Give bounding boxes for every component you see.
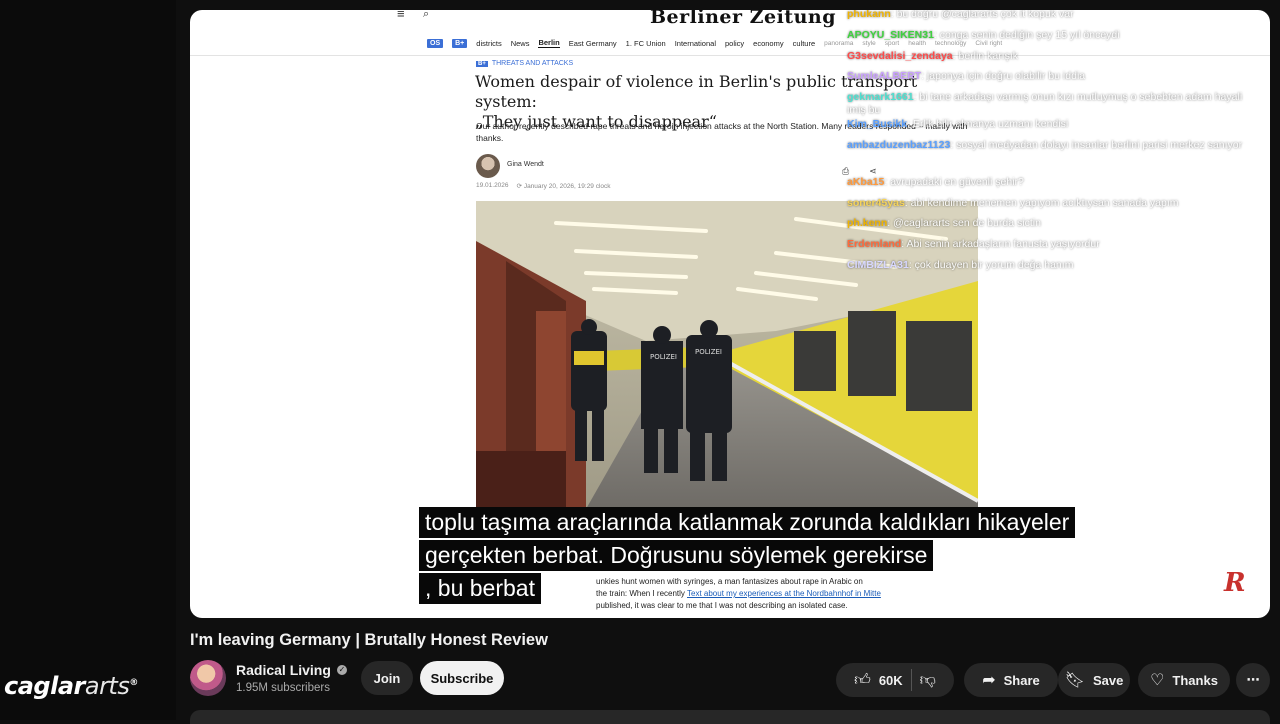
- chat-text: : conga senin dediğin şey 15 yıl önceydi: [933, 29, 1120, 41]
- like-dislike-group: 👍︎ 60K 👎︎: [836, 663, 954, 697]
- chat-message: soner45yas: abi kendime menemen yapıyom …: [847, 197, 1257, 210]
- chat-username: CIMBIZLA31: [847, 259, 909, 271]
- chat-message: phukann: bu doğru @caglararts çok it kop…: [847, 10, 1257, 21]
- subscriber-count: 1.95M subscribers: [236, 682, 330, 694]
- chat-message: gekmark1661: bi tane arkadaşı varmış onu…: [847, 91, 1257, 117]
- save-label: Save: [1092, 672, 1124, 688]
- chat-message: APOYU_SIKEN31: conga senin dediğin şey 1…: [847, 29, 1257, 42]
- body-link[interactable]: Text about my experiences at the Nordbah…: [687, 589, 881, 598]
- share-button[interactable]: ➦ Share: [964, 663, 1058, 697]
- more-actions-button[interactable]: ⋯: [1236, 663, 1270, 697]
- nav-item-4[interactable]: Berlin: [538, 38, 560, 48]
- description-box-edge: [190, 710, 1270, 724]
- chat-text: : @caglararts sen de burda sictin: [887, 217, 1041, 229]
- nav-item-2[interactable]: districts: [476, 39, 501, 48]
- chat-username: gekmark1661: [847, 91, 914, 103]
- chat-username: ph.kenn: [847, 217, 888, 229]
- chat-text: : abi kendime menemen yapıyom acıktıysan…: [904, 197, 1179, 209]
- video-player[interactable]: ≡ ⌕ Berliner Zeitung OS B+ districts News Be…: [190, 10, 1270, 618]
- radical-living-logo: R: [1224, 568, 1246, 598]
- subtitle-line-1: toplu taşıma araçlarında katlanmak zorun…: [419, 507, 1076, 538]
- caglararts-watermark: caglararts®: [4, 672, 138, 700]
- chat-message: ambazduzenbaz1123: sosyal medyadan dolay…: [847, 139, 1257, 152]
- chat-username: Kim_Busikk: [847, 118, 908, 130]
- article-body: unkies hunt women with syringes, a man f…: [596, 576, 896, 612]
- subtitle-line-2: gerçekten berbat. Doğrusunu söylemek ger…: [419, 540, 934, 571]
- refresh-icon: ⟳: [516, 183, 524, 190]
- nav-item-3[interactable]: News: [511, 39, 530, 48]
- chat-message: SumleALBERT: japonya için doğru olabilir…: [847, 70, 1257, 83]
- nav-item-1[interactable]: B+: [452, 38, 468, 48]
- plus-badge: B+: [476, 60, 488, 67]
- share-arrow-icon: ➦: [982, 672, 996, 689]
- verified-icon: ✓: [336, 665, 347, 675]
- chat-username: soner45yas: [847, 197, 905, 209]
- chat-username: G3sevdalisi_zendaya: [847, 50, 953, 62]
- like-count[interactable]: 60K: [879, 673, 903, 688]
- channel-name[interactable]: Radical Living ✓: [236, 662, 347, 678]
- join-button[interactable]: Join: [361, 661, 413, 695]
- watch-page: ≡ ⌕ Berliner Zeitung OS B+ districts News Be…: [176, 0, 1280, 724]
- subtitle-line-3: , bu berbat: [419, 573, 541, 604]
- thanks-button[interactable]: ♡ Thanks: [1138, 663, 1230, 697]
- hamburger-menu-icon: ≡: [397, 10, 405, 21]
- polizei-label-2: POLIZEI: [695, 348, 722, 356]
- subscribe-button[interactable]: Subscribe: [420, 661, 504, 695]
- kicker-text: THREATS AND ATTACKS: [491, 60, 574, 67]
- chat-text: : Erlik bilir almanya uzmanı kendisi: [907, 118, 1069, 130]
- nav-item-10[interactable]: culture: [793, 39, 816, 48]
- chat-username: ambazduzenbaz1123: [847, 139, 951, 151]
- video-title: I'm leaving Germany | Brutally Honest Re…: [190, 631, 548, 649]
- like-divider: [910, 669, 912, 691]
- chat-message: aKba15: avrupadaki en güvenli şehir?: [847, 176, 1257, 189]
- publish-date: 19.01.2026: [476, 182, 509, 189]
- article-kicker: B+ THREATS AND ATTACKS: [476, 60, 573, 67]
- chat-message: ph.kenn: @caglararts sen de burda sictin: [847, 217, 1257, 230]
- channel-avatar[interactable]: [190, 660, 226, 696]
- chat-text: : Abi senin arkadaşların fanusta yaşıyor…: [901, 238, 1100, 250]
- article-dates: 19.01.2026 ⟳ January 20, 2026, 19:29 clo…: [476, 182, 611, 190]
- chat-username: APOYU_SIKEN31: [847, 29, 934, 41]
- author-avatar: [476, 154, 500, 178]
- chat-username: phukann: [847, 10, 891, 20]
- thanks-label: Thanks: [1172, 672, 1218, 688]
- chat-text: : sosyal medyadan dolayı insanlar berlin…: [950, 139, 1243, 151]
- bookmark-icon: 🔖︎: [1064, 672, 1085, 689]
- like-icon[interactable]: 👍︎: [854, 671, 871, 690]
- newspaper-masthead: Berliner Zeitung: [650, 10, 836, 28]
- chat-text: : çok duayen bir yorum değa hanım: [908, 259, 1074, 271]
- nav-item-0[interactable]: OS: [427, 38, 444, 48]
- share-label: Share: [1003, 672, 1040, 688]
- chat-message: Kim_Busikk: Erlik bilir almanya uzmanı k…: [847, 118, 1257, 131]
- chat-text: : bu doğru @caglararts çok it kopuk var: [890, 10, 1074, 20]
- author-name: Gina Wendt: [507, 161, 544, 168]
- chat-message: G3sevdalisi_zendaya: berlin karışık: [847, 50, 1257, 63]
- nav-item-9[interactable]: economy: [753, 39, 783, 48]
- chat-text: : berlin karışık: [952, 50, 1019, 62]
- left-rail: caglararts®: [0, 0, 176, 720]
- chat-message: CIMBIZLA31: çok duayen bir yorum değa ha…: [847, 259, 1257, 272]
- search-icon: ⌕: [423, 10, 430, 20]
- chat-username: SumleALBERT: [847, 70, 922, 82]
- polizei-label-1: POLIZEI: [650, 353, 677, 361]
- body-line-2: the train: When I recently Text about my…: [596, 589, 881, 610]
- nav-item-6[interactable]: 1. FC Union: [626, 39, 666, 48]
- save-button[interactable]: 🔖︎ Save: [1058, 663, 1130, 697]
- chat-message: Erdemland: Abi senin arkadaşların fanust…: [847, 238, 1257, 251]
- body-line-1: unkies hunt women with syringes, a man f…: [596, 577, 863, 586]
- dislike-icon[interactable]: 👎︎: [920, 671, 936, 690]
- nav-item-5[interactable]: East Germany: [569, 39, 617, 48]
- nav-item-7[interactable]: International: [675, 39, 716, 48]
- thanks-heart-icon: ♡: [1150, 672, 1165, 689]
- nav-item-8[interactable]: policy: [725, 39, 744, 48]
- chat-username: aKba15: [847, 176, 885, 188]
- update-date: ⟳ January 20, 2026, 19:29 clock: [516, 183, 611, 190]
- chat-text: : avrupadaki en güvenli şehir?: [884, 176, 1024, 188]
- chat-username: Erdemland: [847, 238, 902, 250]
- chat-text: : japonya için doğru olabilir bu iddia: [921, 70, 1086, 82]
